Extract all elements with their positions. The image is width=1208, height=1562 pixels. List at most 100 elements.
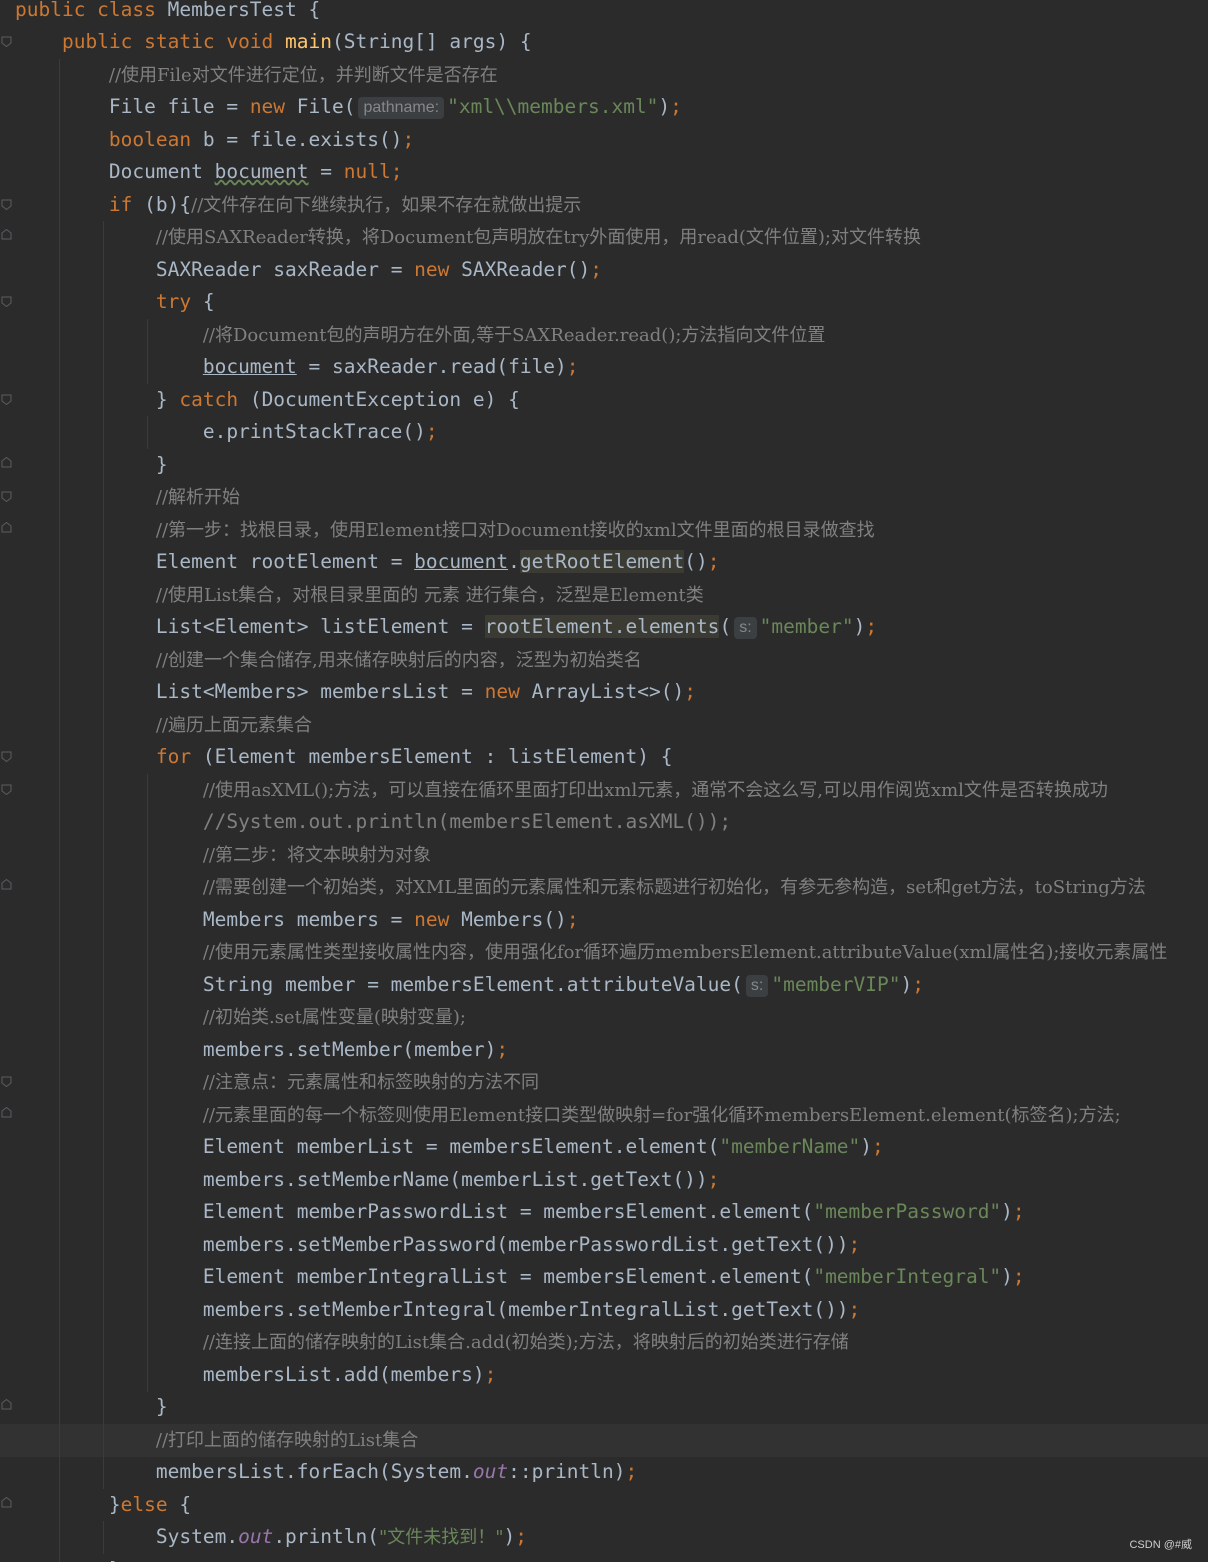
code-editor[interactable]: public class MembersTest { public static… xyxy=(0,0,1208,1562)
code-line-33[interactable]: members.setMember(member); xyxy=(0,1034,1208,1067)
code-line-14[interactable]: e.printStackTrace(); xyxy=(0,416,1208,449)
token-method: main xyxy=(285,30,332,53)
code-line-24[interactable]: for (Element membersElement : listElemen… xyxy=(0,741,1208,774)
code-line-26[interactable]: //System.out.println(membersElement.asXM… xyxy=(0,806,1208,839)
token-identifier: String member = membersElement.attribute… xyxy=(202,973,743,996)
token-comment: //创建一个集合储存,用来储存映射后的内容，泛型为初始类名 xyxy=(155,650,642,671)
code-line-28[interactable]: //需要创建一个初始类，对XML里面的元素属性和元素标题进行初始化，有参无参构造… xyxy=(0,871,1208,904)
fold-expand-icon[interactable] xyxy=(1,1107,12,1118)
code-line-7[interactable]: if (b){//文件存在向下继续执行，如果不存在就做出提示 xyxy=(0,189,1208,222)
token-semicolon: ; xyxy=(1012,1265,1025,1288)
code-line-23[interactable]: //遍历上面元素集合 xyxy=(0,709,1208,742)
token-identifier: Element memberList = membersElement.elem… xyxy=(202,1135,720,1158)
token-identifier: Document xyxy=(108,160,215,183)
fold-expand-icon[interactable] xyxy=(1,229,12,240)
token-identifier: ::println) xyxy=(508,1460,626,1483)
code-line-13[interactable]: } catch (DocumentException e) { xyxy=(0,384,1208,417)
parameter-hint-s: s: xyxy=(745,975,769,997)
code-line-1[interactable]: public class MembersTest { xyxy=(0,0,1208,27)
token-identifier: SAXReader() xyxy=(461,258,591,281)
fold-collapse-icon[interactable] xyxy=(1,491,12,502)
fold-expand-icon[interactable] xyxy=(1,457,12,468)
token-comment: //解析开始 xyxy=(155,487,241,508)
code-line-17[interactable]: //第一步：找根目录，使用Element接口对Document接收的xml文件里… xyxy=(0,514,1208,547)
token-identifier: (DocumentException e) { xyxy=(249,388,520,411)
code-line-34[interactable]: //注意点：元素属性和标签映射的方法不同 xyxy=(0,1066,1208,1099)
code-line-40[interactable]: Element memberIntegralList = membersElem… xyxy=(0,1261,1208,1294)
token-string: "文件未找到！" xyxy=(378,1527,504,1548)
code-line-5[interactable]: boolean b = file.exists(); xyxy=(0,124,1208,157)
code-line-31[interactable]: String member = membersElement.attribute… xyxy=(0,969,1208,1002)
code-line-21[interactable]: //创建一个集合储存,用来储存映射后的内容，泛型为初始类名 xyxy=(0,644,1208,677)
code-line-42[interactable]: //连接上面的储存映射的List集合.add(初始类);方法，将映射后的初始类进… xyxy=(0,1326,1208,1359)
code-line-6[interactable]: Document bocument = null; xyxy=(0,156,1208,189)
fold-collapse-icon[interactable] xyxy=(1,394,12,405)
token-semicolon: ; xyxy=(496,1038,509,1061)
token-identifier: System. xyxy=(155,1525,239,1548)
code-line-20[interactable]: List<Element> listElement = rootElement.… xyxy=(0,611,1208,644)
code-line-27[interactable]: //第二步：将文本映射为对象 xyxy=(0,839,1208,872)
code-line-4[interactable]: File file = new File(pathname: "xml\\memb… xyxy=(0,91,1208,124)
fold-collapse-icon[interactable] xyxy=(1,199,12,210)
code-line-18[interactable]: Element rootElement = bocument.getRootEl… xyxy=(0,546,1208,579)
fold-expand-icon[interactable] xyxy=(1,879,12,890)
code-line-8[interactable]: //使用SAXReader转换，将Document包声明放在try外面使用，用r… xyxy=(0,221,1208,254)
token-semicolon: ; xyxy=(402,128,415,151)
code-line-49[interactable]: } xyxy=(0,1554,1208,1562)
code-line-38[interactable]: Element memberPasswordList = membersElem… xyxy=(0,1196,1208,1229)
token-string: "xml\\members.xml" xyxy=(447,95,659,118)
token-identifier: members.setMemberPassword(memberPassword… xyxy=(202,1233,849,1256)
token-comment: //需要创建一个初始类，对XML里面的元素属性和元素标题进行初始化，有参无参构造… xyxy=(202,877,1146,898)
token-identifier: Members() xyxy=(461,908,567,931)
code-line-11[interactable]: //将Document包的声明方在外面,等于SAXReader.read();方… xyxy=(0,319,1208,352)
fold-expand-icon[interactable] xyxy=(1,522,12,533)
token-identifier: } xyxy=(155,388,180,411)
code-line-10[interactable]: try { xyxy=(0,286,1208,319)
code-line-46[interactable]: membersList.forEach(System.out::println)… xyxy=(0,1456,1208,1489)
code-line-16[interactable]: //解析开始 xyxy=(0,481,1208,514)
token-identifier: (b){ xyxy=(144,193,192,216)
code-line-37[interactable]: members.setMemberName(memberList.getText… xyxy=(0,1164,1208,1197)
code-line-48[interactable]: System.out.println("文件未找到！"); xyxy=(0,1521,1208,1554)
code-line-12[interactable]: bocument = saxReader.read(file); xyxy=(0,351,1208,384)
fold-collapse-icon[interactable] xyxy=(1,1076,12,1087)
token-identifier: ) xyxy=(1001,1265,1013,1288)
code-line-39[interactable]: members.setMemberPassword(memberPassword… xyxy=(0,1229,1208,1262)
fold-expand-icon[interactable] xyxy=(1,1399,12,1410)
fold-expand-icon[interactable] xyxy=(1,1497,12,1508)
code-line-19[interactable]: //使用List集合，对根目录里面的 元素 进行集合，泛型是Element类 xyxy=(0,579,1208,612)
token-keyword: else xyxy=(120,1493,180,1516)
token-comment: //将Document包的声明方在外面,等于SAXReader.read();方… xyxy=(202,325,826,346)
code-line-30[interactable]: //使用元素属性类型接收属性内容，使用强化for循环遍历membersEleme… xyxy=(0,936,1208,969)
fold-collapse-icon[interactable] xyxy=(1,751,12,762)
code-line-3[interactable]: //使用File对文件进行定位，并判断文件是否存在 xyxy=(0,59,1208,92)
code-line-43[interactable]: membersList.add(members); xyxy=(0,1359,1208,1392)
code-line-36[interactable]: Element memberList = membersElement.elem… xyxy=(0,1131,1208,1164)
code-line-2[interactable]: public static void main(String[] args) { xyxy=(0,26,1208,59)
code-line-45[interactable]: //打印上面的储存映射的List集合 xyxy=(0,1424,1208,1457)
token-variable-warning[interactable]: bocument xyxy=(215,160,309,183)
token-keyword: boolean xyxy=(108,128,203,151)
code-line-44[interactable]: } xyxy=(0,1391,1208,1424)
code-line-35[interactable]: //元素里面的每一个标签则使用Element接口类型做映射=for强化循环mem… xyxy=(0,1099,1208,1132)
token-string: "memberPassword" xyxy=(813,1200,1002,1223)
code-line-15[interactable]: } xyxy=(0,449,1208,482)
token-comment: //打印上面的储存映射的List集合 xyxy=(155,1430,419,1451)
code-line-47[interactable]: }else { xyxy=(0,1489,1208,1522)
code-line-22[interactable]: List<Members> membersList = new ArrayLis… xyxy=(0,676,1208,709)
token-identifier: ) xyxy=(860,1135,873,1158)
code-line-29[interactable]: Members members = new Members(); xyxy=(0,904,1208,937)
fold-collapse-icon[interactable] xyxy=(1,36,12,47)
code-line-32[interactable]: //初始类.set属性变量(映射变量); xyxy=(0,1001,1208,1034)
token-identifier: SAXReader saxReader = xyxy=(155,258,415,281)
token-identifier: (String[] args) { xyxy=(332,30,532,53)
code-line-25[interactable]: //使用asXML();方法，可以直接在循环里面打印出xml元素，通常不会这么写… xyxy=(0,774,1208,807)
fold-collapse-icon[interactable] xyxy=(1,296,12,307)
token-static-field: out xyxy=(238,1525,274,1548)
code-line-9[interactable]: SAXReader saxReader = new SAXReader(); xyxy=(0,254,1208,287)
fold-collapse-icon[interactable] xyxy=(1,784,12,795)
token-identifier: } xyxy=(155,1395,168,1418)
code-line-41[interactable]: members.setMemberIntegral(memberIntegral… xyxy=(0,1294,1208,1327)
token-identifier: (Element membersElement : listElement) { xyxy=(202,745,673,768)
token-semicolon: ; xyxy=(912,973,924,996)
